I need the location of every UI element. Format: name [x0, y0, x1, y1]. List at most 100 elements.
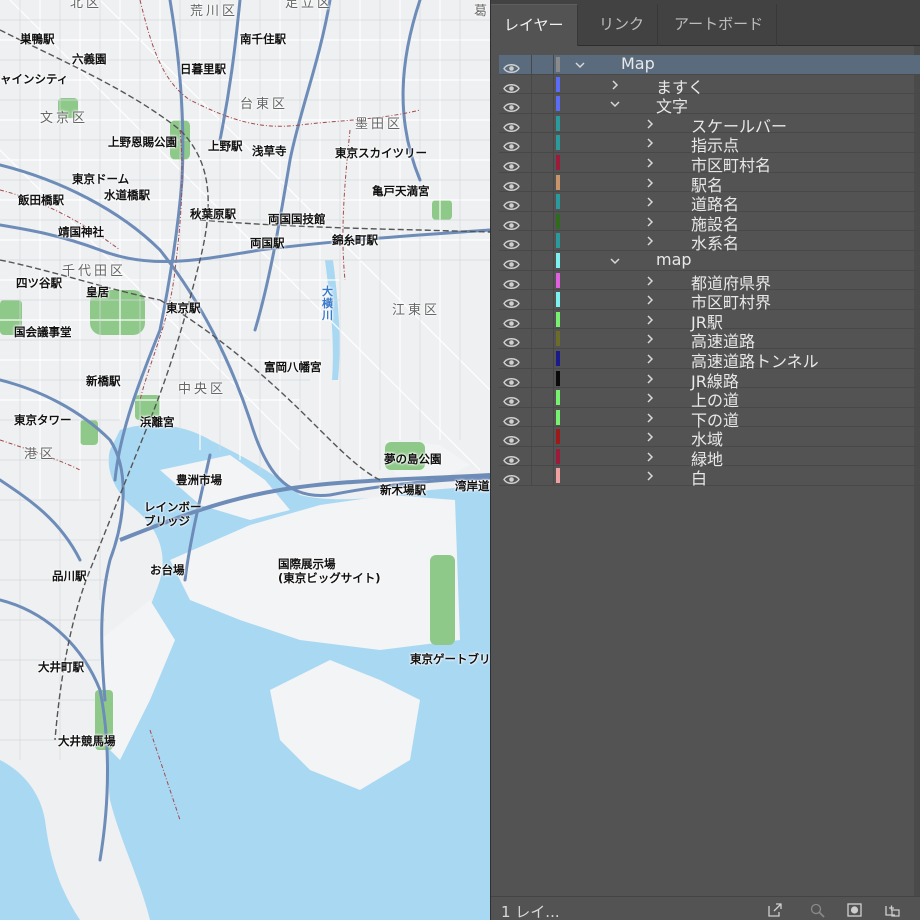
visibility-eye-icon[interactable]	[503, 470, 520, 485]
layer-row[interactable]: Map	[499, 54, 920, 75]
layer-row[interactable]: 市区町村名	[499, 152, 920, 175]
visibility-eye-icon[interactable]	[503, 431, 520, 446]
column-divider	[553, 427, 554, 446]
layer-row[interactable]: map	[499, 250, 920, 271]
visibility-eye-icon[interactable]	[503, 373, 520, 387]
chevron-right-icon[interactable]	[643, 449, 657, 463]
map-label: 日暮里駅	[180, 62, 226, 76]
visibility-eye-icon[interactable]	[503, 196, 520, 211]
layer-row[interactable]: 水系名	[499, 231, 920, 253]
column-divider	[553, 388, 554, 407]
layer-row[interactable]: 下の道	[499, 407, 920, 430]
map-label: 墨田区	[355, 117, 404, 132]
chevron-right-icon[interactable]	[643, 351, 657, 365]
visibility-eye-icon[interactable]	[503, 275, 520, 289]
layer-row[interactable]: スケールバー	[499, 113, 920, 136]
visibility-eye-icon[interactable]	[503, 333, 520, 348]
column-divider	[553, 172, 554, 192]
layer-count-label: 1 レイ...	[501, 903, 560, 920]
chevron-right-icon[interactable]	[643, 312, 657, 326]
chevron-down-icon[interactable]	[608, 253, 622, 267]
layer-name[interactable]: map	[656, 250, 692, 269]
column-divider	[531, 270, 532, 290]
layer-row[interactable]: 上の道	[499, 388, 920, 410]
visibility-eye-icon[interactable]	[503, 118, 520, 132]
visibility-eye-icon[interactable]	[503, 235, 520, 250]
tab-artboards[interactable]: アートボード	[661, 4, 778, 46]
visibility-eye-icon[interactable]	[503, 98, 520, 113]
visibility-eye-icon[interactable]	[503, 177, 520, 191]
visibility-eye-icon[interactable]	[503, 314, 520, 328]
layer-row[interactable]: JR駅	[499, 309, 920, 332]
layer-row[interactable]: ますく	[499, 74, 920, 97]
chevron-right-icon[interactable]	[608, 77, 622, 91]
layer-row[interactable]: 高速道路トンネル	[499, 348, 920, 371]
new-sublayer-icon[interactable]	[883, 902, 901, 918]
visibility-eye-icon[interactable]	[503, 157, 520, 171]
map-label: 両国駅	[250, 236, 285, 250]
layer-row[interactable]: 水域	[499, 427, 920, 449]
chevron-right-icon[interactable]	[643, 331, 657, 345]
chevron-right-icon[interactable]	[643, 194, 657, 208]
layer-row[interactable]: 緑地	[499, 446, 920, 469]
chevron-right-icon[interactable]	[643, 292, 657, 306]
map-label: 上野恩賜公園	[108, 135, 177, 149]
column-divider	[553, 211, 554, 231]
visibility-eye-icon[interactable]	[503, 294, 520, 309]
visibility-eye-icon[interactable]	[503, 59, 520, 73]
layer-row[interactable]: 都道府県界	[499, 270, 920, 293]
layer-color-swatch	[556, 272, 560, 288]
layer-row[interactable]: 道路名	[499, 192, 920, 214]
layer-row[interactable]: 施設名	[499, 211, 920, 234]
layer-color-swatch	[556, 154, 560, 170]
visibility-eye-icon[interactable]	[503, 137, 520, 152]
layer-row[interactable]: 白	[499, 465, 920, 489]
chevron-right-icon[interactable]	[643, 390, 657, 404]
chevron-right-icon[interactable]	[643, 410, 657, 424]
layer-row[interactable]: 高速道路	[499, 329, 920, 351]
tab-layers[interactable]: レイヤー	[491, 4, 578, 46]
chevron-down-icon[interactable]	[573, 57, 587, 71]
visibility-eye-icon[interactable]	[503, 412, 520, 426]
chevron-right-icon[interactable]	[643, 273, 657, 287]
layer-color-swatch	[556, 409, 560, 425]
visibility-eye-icon[interactable]	[503, 255, 520, 269]
chevron-right-icon[interactable]	[643, 116, 657, 130]
layer-row[interactable]: 市区町村界	[499, 290, 920, 312]
column-divider	[553, 270, 554, 290]
map-label: 葛	[474, 4, 490, 19]
layer-row[interactable]: JR線路	[499, 368, 920, 391]
layer-row[interactable]: 駅名	[499, 172, 920, 195]
visibility-eye-icon[interactable]	[503, 392, 520, 407]
layer-row[interactable]: 文字	[499, 94, 920, 116]
visibility-eye-icon[interactable]	[503, 79, 520, 93]
chevron-right-icon[interactable]	[643, 175, 657, 189]
map-label: レインボー ブリッジ	[144, 500, 202, 528]
map-canvas[interactable]: 北区 荒川区 足立区 葛巣鴨駅 六義園 南千住駅 ャインシティ 日暮里駅 台東区 文京区 墨田区 上野…	[0, 0, 490, 920]
map-label: 飯田橋駅	[18, 193, 64, 207]
tab-links[interactable]: リンク	[586, 4, 659, 46]
chevron-right-icon[interactable]	[643, 468, 657, 482]
locate-object-icon[interactable]	[809, 902, 827, 918]
chevron-right-icon[interactable]	[643, 429, 657, 443]
visibility-eye-icon[interactable]	[503, 216, 520, 230]
chevron-right-icon[interactable]	[643, 233, 657, 247]
layer-name[interactable]: 白	[691, 465, 707, 489]
layer-row[interactable]: 指示点	[499, 133, 920, 155]
chevron-right-icon[interactable]	[643, 371, 657, 385]
chevron-down-icon[interactable]	[608, 96, 622, 110]
map-label: 巣鴨駅	[20, 32, 55, 46]
layer-color-swatch	[556, 135, 560, 151]
chevron-right-icon[interactable]	[643, 214, 657, 228]
chevron-right-icon[interactable]	[643, 155, 657, 169]
export-icon[interactable]	[766, 902, 784, 918]
column-divider	[531, 231, 532, 250]
layer-color-swatch	[556, 115, 560, 131]
visibility-eye-icon[interactable]	[503, 353, 520, 367]
layer-name[interactable]: Map	[621, 54, 655, 73]
column-divider	[553, 152, 554, 172]
column-divider	[531, 329, 532, 348]
visibility-eye-icon[interactable]	[503, 451, 520, 465]
chevron-right-icon[interactable]	[643, 135, 657, 149]
make-clipping-mask-icon[interactable]	[846, 902, 864, 918]
